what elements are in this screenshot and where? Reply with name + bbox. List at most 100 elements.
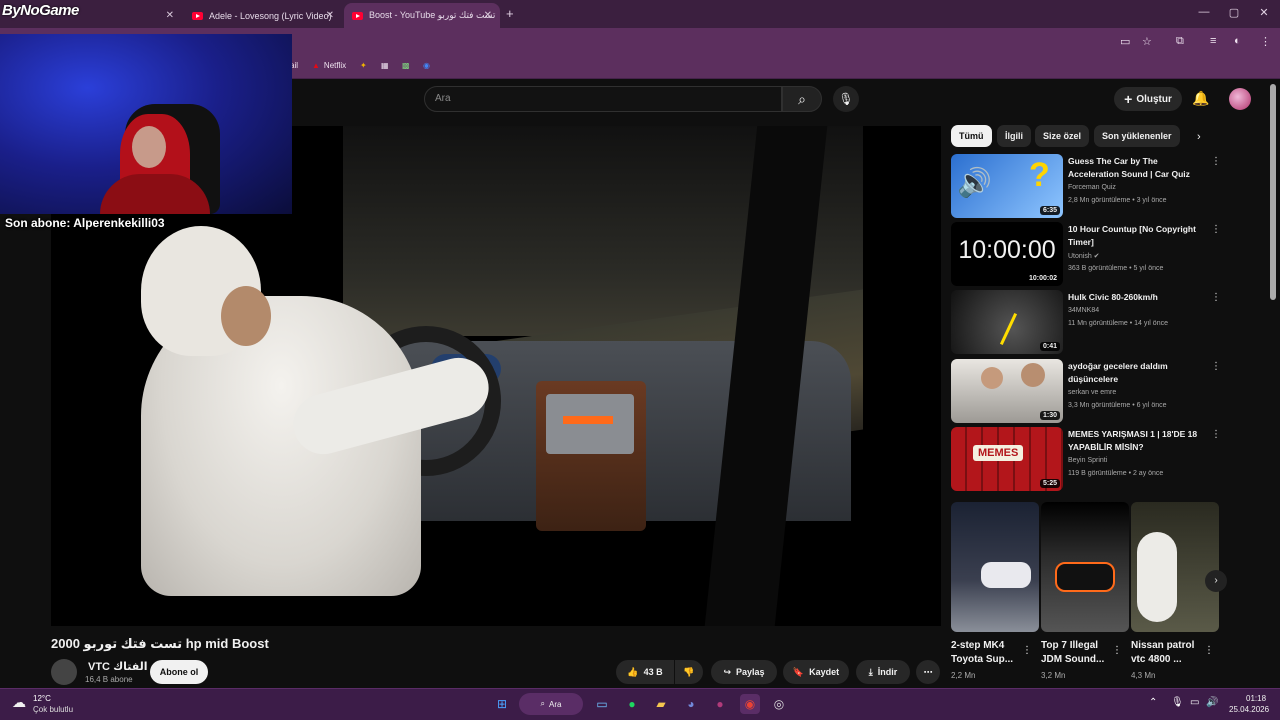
more-vertical-icon[interactable]: ⋮ — [1211, 429, 1221, 440]
close-window-button[interactable]: ✕ — [1254, 6, 1274, 19]
new-tab-button[interactable]: + — [506, 6, 514, 21]
weather-cloud-icon[interactable]: ☁ — [12, 694, 26, 711]
video-frame-radio-display — [563, 416, 613, 424]
video-thumbnail[interactable]: 10:00:00 10:00:02 — [951, 222, 1063, 286]
chip-all[interactable]: Tümü — [951, 125, 992, 147]
recommendation-item[interactable]: 🔊 ? 6:35 Guess The Car by The Accelerati… — [951, 154, 1251, 218]
recommendation-item[interactable]: 10:00:00 10:00:02 10 Hour Countup [No Co… — [951, 222, 1251, 286]
download-button[interactable]: ⤓ İndir — [856, 660, 910, 684]
bookmark-icon-1[interactable]: ✦ — [360, 61, 367, 70]
save-button[interactable]: 🔖 Kaydet — [783, 660, 849, 684]
recommendation-item[interactable]: 1:30 aydoğar gecelere daldım düşüncelere… — [951, 359, 1251, 423]
recommendation-item[interactable]: 0:41 Hulk Civic 80-260km/h 34MNK84 11 Mn… — [951, 290, 1251, 354]
minimize-button[interactable]: — — [1194, 6, 1214, 18]
chip-recent[interactable]: Son yüklenenler — [1094, 125, 1180, 147]
weather-description: Çok bulutlu — [33, 705, 74, 714]
video-thumbnail[interactable]: MEMES 5:25 — [951, 427, 1063, 491]
video-thumbnail[interactable]: 1:30 — [951, 359, 1063, 423]
maximize-button[interactable]: ▢ — [1224, 6, 1244, 19]
extensions-icon[interactable]: ⧉ — [1176, 35, 1184, 48]
bookmark-icon-3[interactable]: ▩ — [402, 61, 410, 70]
clock-date[interactable]: 25.04.2026 — [1229, 705, 1269, 714]
netflix-icon: ▲ — [312, 61, 320, 70]
more-vertical-icon[interactable]: ⋮ — [1204, 645, 1214, 656]
discord-icon[interactable]: ◕ — [681, 694, 701, 714]
search-button[interactable]: ⌕ — [782, 86, 822, 112]
shorts-next-button[interactable]: › — [1205, 570, 1227, 592]
short-thumbnail[interactable] — [951, 502, 1039, 632]
task-view-icon[interactable]: ▭ — [592, 694, 612, 714]
chrome-icon[interactable]: ◉ — [740, 694, 760, 714]
bookmark-star-icon[interactable]: ☆ — [1142, 35, 1152, 48]
more-vertical-icon[interactable]: ⋮ — [1112, 645, 1122, 656]
video-frame-radio — [546, 394, 634, 454]
close-tab-icon[interactable]: ✕ — [326, 10, 334, 21]
recommendation-item[interactable]: MEMES 5:25 MEMES YARIŞMASI 1 | 18'DE 18 … — [951, 427, 1251, 491]
reading-list-icon[interactable]: ≡ — [1210, 35, 1216, 47]
more-horizontal-icon: ⋯ — [923, 666, 933, 677]
start-button[interactable]: ⊞ — [492, 694, 512, 714]
thumbnail-person — [1021, 363, 1045, 387]
subscribe-button[interactable]: Abone ol — [150, 660, 208, 684]
microphone-icon[interactable]: 🎙 — [1171, 697, 1184, 708]
chip-related[interactable]: İlgili — [997, 125, 1031, 147]
short-thumbnail[interactable] — [1131, 502, 1219, 632]
chevron-right-icon[interactable]: › — [1197, 131, 1201, 143]
thumbs-down-icon: 👎 — [683, 666, 695, 677]
page-scrollbar[interactable] — [1270, 84, 1276, 300]
video-duration: 10:00:02 — [1025, 274, 1060, 283]
notifications-bell-icon[interactable]: 🔔 — [1192, 90, 1209, 107]
obs-icon[interactable]: ◎ — [769, 694, 789, 714]
browser-tab-2[interactable]: Adele - Lovesong (Lyric Video) ✕ — [184, 3, 342, 28]
create-button[interactable]: + Oluştur — [1114, 87, 1182, 111]
thumbnail-car — [1055, 562, 1115, 592]
chip-for-you[interactable]: Size özel — [1035, 125, 1090, 147]
network-icon[interactable]: ▭ — [1190, 697, 1199, 708]
taskbar-search[interactable]: ⌕ Ara — [519, 693, 583, 715]
dislike-button[interactable]: 👎 — [675, 660, 703, 684]
app-icon[interactable]: ● — [710, 694, 730, 714]
short-views: 3,2 Mn — [1041, 671, 1066, 680]
share-button[interactable]: ↪ Paylaş — [711, 660, 777, 684]
more-actions-button[interactable]: ⋯ — [916, 660, 940, 684]
youtube-favicon-icon — [352, 11, 363, 20]
file-explorer-icon[interactable]: ▰ — [651, 694, 671, 714]
video-thumbnail[interactable]: 0:41 — [951, 290, 1063, 354]
more-vertical-icon[interactable]: ⋮ — [1211, 361, 1221, 372]
share-icon: ↪ — [723, 666, 731, 677]
recommendation-channel: serkan ve emre — [1068, 389, 1117, 396]
short-title: Top 7 Illegal JDM Sound... — [1041, 640, 1105, 665]
bookmark-netflix[interactable]: ▲ Netflix — [312, 61, 346, 70]
volume-icon[interactable]: 🔊 — [1206, 697, 1218, 708]
channel-name[interactable]: VTC الفتاك — [88, 660, 148, 673]
tray-chevron-up-icon[interactable]: ⌃ — [1149, 697, 1157, 708]
short-views: 4,3 Mn — [1131, 671, 1156, 680]
search-input[interactable]: Ara — [424, 86, 782, 112]
profile-icon[interactable]: ◐ — [1234, 35, 1241, 47]
menu-icon[interactable]: ⋮ — [1260, 35, 1271, 48]
more-vertical-icon[interactable]: ⋮ — [1211, 292, 1221, 303]
speedometer-needle — [999, 312, 1018, 346]
close-tab-icon[interactable]: ✕ — [484, 10, 492, 21]
cast-icon[interactable]: ▭ — [1120, 35, 1130, 48]
recommendation-title: 10 Hour Countup [No Copyright Timer] — [1068, 224, 1196, 247]
bookmark-icon-2[interactable]: ▦ — [381, 61, 389, 70]
video-thumbnail[interactable]: 🔊 ? 6:35 — [951, 154, 1063, 218]
more-vertical-icon[interactable]: ⋮ — [1211, 156, 1221, 167]
like-button[interactable]: 👍 43 B — [616, 660, 674, 684]
video-duration: 1:30 — [1039, 411, 1060, 420]
recommendation-title: aydoğar gecelere daldım düşüncelere — [1068, 361, 1168, 384]
voice-search-button[interactable]: 🎙 — [833, 86, 859, 112]
video-duration: 5:25 — [1039, 479, 1060, 488]
browser-tab-3[interactable]: Boost - YouTube تست فتك توربو ✕ — [344, 3, 500, 28]
spotify-icon[interactable]: ● — [622, 694, 642, 714]
more-vertical-icon[interactable]: ⋮ — [1211, 224, 1221, 235]
short-thumbnail[interactable] — [1041, 502, 1129, 632]
bookmark-icon-4[interactable]: ◉ — [423, 61, 430, 70]
channel-avatar[interactable] — [51, 659, 77, 685]
clock-time[interactable]: 01:18 — [1246, 694, 1266, 703]
recommendation-meta: 11 Mn görüntüleme • 14 yıl önce — [1068, 320, 1168, 327]
more-vertical-icon[interactable]: ⋮ — [1022, 645, 1032, 656]
close-tab-icon[interactable]: ✕ — [166, 10, 174, 21]
account-avatar[interactable] — [1229, 88, 1251, 110]
